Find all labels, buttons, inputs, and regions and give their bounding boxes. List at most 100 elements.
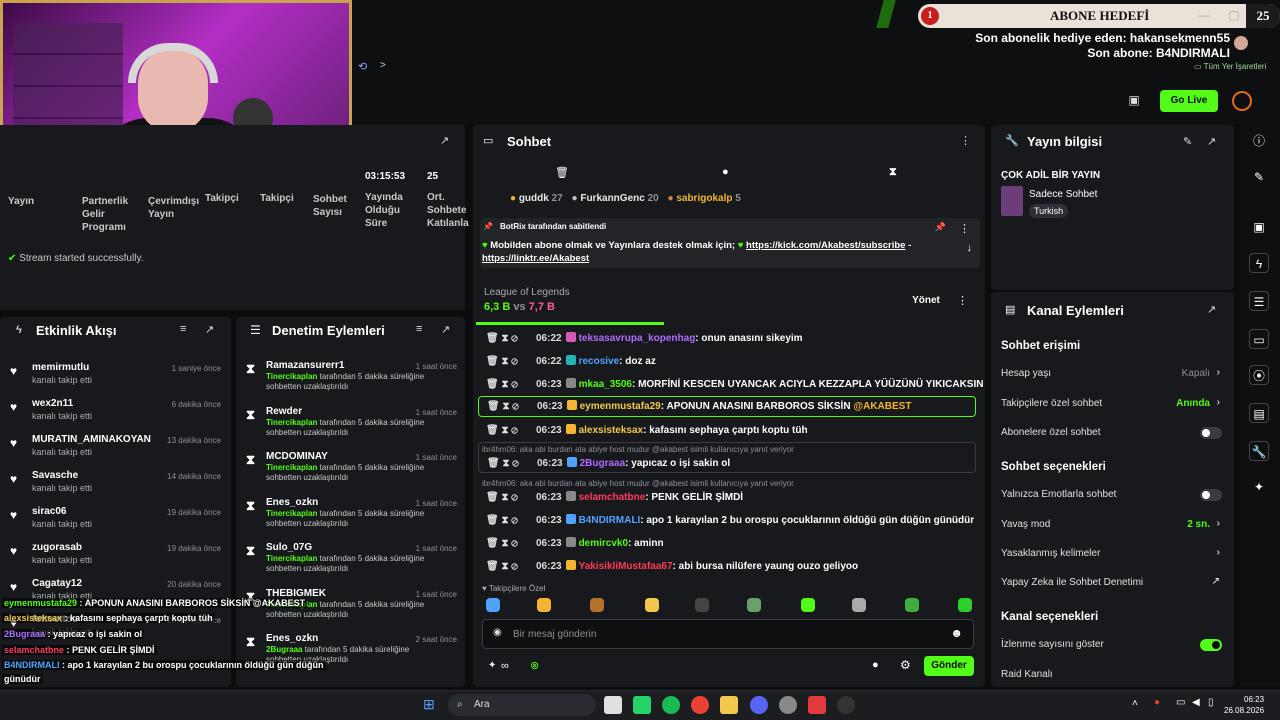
tray-chevron-icon[interactable]: ˄ — [1132, 698, 1138, 709]
ban-icon[interactable]: ⊘ — [511, 561, 518, 572]
emote[interactable] — [747, 598, 761, 612]
emote[interactable] — [486, 598, 500, 612]
message-username[interactable]: YakisikliMustafaa67 — [579, 561, 673, 572]
ban-icon[interactable]: ⊘ — [511, 515, 518, 526]
wrench-icon[interactable]: 🔧 — [1249, 441, 1269, 461]
timeout-icon[interactable]: ⧗ — [501, 356, 508, 367]
chat-message[interactable]: 🗑 ⧗ ⊘ 06:23 B4NDIRMALI: apo 1 karayılan 2 … — [478, 513, 976, 531]
filter-icon[interactable]: ≡ — [180, 323, 186, 335]
trash-tab-icon[interactable]: 🗑 — [555, 166, 569, 179]
message-username[interactable]: teksasavrupa_kopenhag — [579, 333, 696, 344]
message-username[interactable]: mkaa_3506 — [579, 379, 632, 390]
popout-icon[interactable]: ↗ — [440, 134, 449, 147]
chat-message[interactable]: 🗑 ⧗ ⊘ 06:23 YakisikliMustafaa67: abi bursa… — [478, 559, 976, 577]
trash-icon[interactable]: 🗑 — [486, 561, 499, 572]
pin-action-icon[interactable]: 📌 — [935, 222, 946, 233]
mention[interactable]: @AKABEST — [853, 401, 911, 412]
bolt-icon[interactable]: ϟ — [1249, 253, 1269, 273]
emote[interactable] — [852, 598, 866, 612]
ban-icon[interactable]: ⊘ — [511, 425, 518, 436]
message-input-box[interactable]: ◉ ☻ — [482, 619, 974, 649]
dashboard-icon[interactable]: ▤ — [1249, 403, 1269, 423]
chat-message[interactable]: 🗑 ⧗ ⊘ 06:22 teksasavrupa_kopenhag: onun an… — [478, 331, 976, 349]
infinity-icon[interactable]: ∞ — [501, 660, 509, 672]
popout-icon[interactable]: ↗ — [1207, 303, 1216, 316]
taskbar-clock[interactable]: 06:23 26.08.2026 — [1224, 694, 1264, 716]
chat-tab-icon[interactable]: ● — [722, 166, 729, 178]
emote[interactable] — [958, 598, 972, 612]
maximize-button[interactable]: ▢ — [1220, 4, 1248, 26]
timeout-icon[interactable]: ⧗ — [501, 425, 508, 436]
linktree-link[interactable]: https://linktr.ee/Akabest — [482, 253, 589, 264]
subs-only-toggle[interactable] — [1200, 427, 1222, 439]
settings-app-icon[interactable] — [779, 696, 797, 714]
emote[interactable] — [905, 598, 919, 612]
emote[interactable] — [537, 598, 551, 612]
ban-icon[interactable]: ⊘ — [512, 458, 519, 469]
whatsapp-app-icon[interactable] — [633, 696, 651, 714]
list-icon[interactable]: ☰ — [1249, 291, 1269, 311]
timeout-icon[interactable]: ⧗ — [502, 458, 509, 469]
taskview-app-icon[interactable] — [604, 696, 622, 714]
chat-message[interactable]: 🗑 ⧗ ⊘ 06:23 selamchatbne: PENK GELİR ŞİMDİ — [478, 490, 976, 508]
more-icon[interactable]: ⋮ — [957, 294, 968, 307]
message-username[interactable]: B4NDIRMALI — [579, 515, 641, 526]
message-username[interactable]: alexsisteksax — [579, 425, 644, 436]
trash-icon[interactable]: 🗑 — [486, 492, 499, 503]
ban-icon[interactable]: ⊘ — [512, 401, 519, 412]
filter-icon[interactable]: ≡ — [416, 323, 422, 335]
points-icon[interactable]: ✦ — [1249, 477, 1269, 497]
emote[interactable] — [645, 598, 659, 612]
windows-start-icon[interactable]: ⊞ — [423, 696, 435, 713]
hourglass-tab-icon[interactable]: ⧗ — [889, 166, 897, 179]
timeout-icon[interactable]: ⧗ — [501, 379, 508, 390]
message-username[interactable]: recosive — [579, 356, 620, 367]
emote-only-toggle[interactable] — [1200, 489, 1222, 501]
chat-message[interactable]: 🗑 ⧗ ⊘ 06:23 eymenmustafa29: APONUN ANASINI… — [478, 396, 976, 417]
points-icon[interactable]: ✦ — [488, 660, 496, 671]
timeout-icon[interactable]: ⧗ — [501, 492, 508, 503]
camera-icon[interactable]: ▣ — [1249, 217, 1269, 237]
gear-icon[interactable]: ⚙ — [900, 658, 911, 672]
trash-icon[interactable]: 🗑 — [486, 538, 499, 549]
trash-icon[interactable]: 🗑 — [486, 333, 499, 344]
trash-icon[interactable]: 🗑 — [486, 425, 499, 436]
trash-icon[interactable]: 🗑 — [486, 379, 499, 390]
mic-icon[interactable]: ● — [1154, 697, 1160, 708]
chat-settings-icon[interactable]: ● — [872, 659, 879, 671]
send-button[interactable]: Gönder — [924, 656, 974, 676]
popout-icon[interactable]: ↗ — [205, 323, 214, 336]
media-app-icon[interactable] — [808, 696, 826, 714]
emote[interactable] — [695, 598, 709, 612]
trash-icon[interactable]: 🗑 — [486, 515, 499, 526]
chevron-right-icon[interactable]: > — [380, 60, 386, 71]
timeout-icon[interactable]: ⧗ — [501, 561, 508, 572]
spotify-app-icon[interactable] — [662, 696, 680, 714]
trash-icon[interactable]: 🗑 — [487, 458, 500, 469]
message-username[interactable]: selamchatbne — [579, 492, 646, 503]
go-live-button[interactable]: Go Live — [1160, 90, 1218, 112]
chat-message[interactable]: 🗑 ⧗ ⊘ 06:22 recosive: doz az — [478, 354, 976, 372]
trash-icon[interactable]: 🗑 — [487, 401, 500, 412]
studio-icon[interactable]: ▣ — [1126, 93, 1142, 109]
chatter-name[interactable]: FurkannGenc — [580, 193, 644, 204]
trash-icon[interactable]: 🗑 — [486, 356, 499, 367]
manage-button[interactable]: Yönet — [903, 293, 949, 309]
message-username[interactable]: 2Bugraaa — [580, 458, 626, 469]
show-viewers-toggle[interactable] — [1200, 639, 1222, 651]
emote[interactable] — [590, 598, 604, 612]
message-username[interactable]: demircvk0 — [579, 538, 628, 549]
message-input[interactable] — [513, 626, 933, 642]
message-username[interactable]: eymenmustafa29 — [580, 401, 661, 412]
kick-icon[interactable]: ⊗ — [530, 659, 539, 672]
obs-app-icon[interactable] — [837, 696, 855, 714]
timeout-icon[interactable]: ⧗ — [501, 333, 508, 344]
raid-label[interactable]: Raid Kanalı — [1001, 669, 1053, 680]
chat-icon[interactable]: ▭ — [1249, 329, 1269, 349]
chat-message[interactable]: 🗑 ⧗ ⊘ 06:23 mkaa_3506: MORFİNİ KESCEN UYAN… — [478, 377, 983, 395]
battery-icon[interactable]: ▯ — [1208, 697, 1214, 708]
user-avatar-top[interactable] — [1234, 36, 1248, 50]
chat-message[interactable]: 🗑 ⧗ ⊘ 06:23 alexsisteksax: kafasını sephay… — [478, 423, 976, 441]
explorer-app-icon[interactable] — [720, 696, 738, 714]
timeout-icon[interactable]: ⧗ — [502, 401, 509, 412]
